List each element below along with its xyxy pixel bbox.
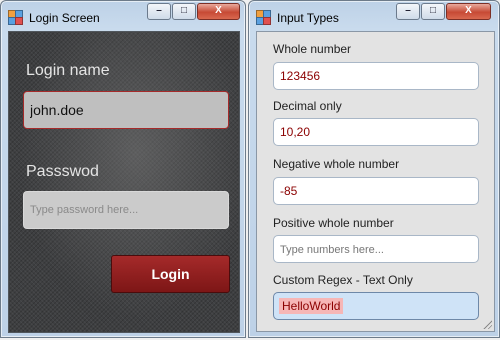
login-panel: Login name Passswod Login [8,31,240,333]
window-title: Login Screen [29,11,100,25]
login-button[interactable]: Login [111,255,230,293]
close-button[interactable]: X [197,3,240,20]
password-label: Passswod [26,163,99,180]
decimal-only-label: Decimal only [273,99,342,113]
input-types-window: Input Types – □ X Whole number Decimal o… [248,0,500,338]
maximize-button[interactable]: □ [421,3,445,20]
custom-regex-label: Custom Regex - Text Only [273,273,413,287]
close-button[interactable]: X [446,3,491,20]
decimal-only-input[interactable] [273,118,479,146]
window-title: Input Types [277,11,339,25]
resize-grip-icon[interactable] [482,319,492,329]
custom-regex-value: HelloWorld [279,298,344,314]
types-titlebar[interactable]: Input Types – □ X [249,1,499,31]
login-name-label: Login name [26,62,110,79]
minimize-button[interactable]: – [147,3,171,20]
negative-whole-number-input[interactable] [273,177,479,205]
maximize-button[interactable]: □ [172,3,196,20]
positive-whole-number-label: Positive whole number [273,216,394,230]
positive-whole-number-input[interactable] [273,235,479,263]
whole-number-input[interactable] [273,62,479,90]
app-icon [256,10,271,25]
password-input[interactable] [23,191,229,229]
whole-number-label: Whole number [273,42,352,56]
input-types-panel: Whole number Decimal only Negative whole… [256,31,495,332]
login-name-input[interactable] [23,91,229,129]
login-titlebar[interactable]: Login Screen – □ X [1,1,245,31]
negative-whole-number-label: Negative whole number [273,157,400,171]
login-screen-window: Login Screen – □ X Login name Passswod L… [0,0,246,338]
app-icon [8,10,23,25]
minimize-button[interactable]: – [396,3,420,20]
